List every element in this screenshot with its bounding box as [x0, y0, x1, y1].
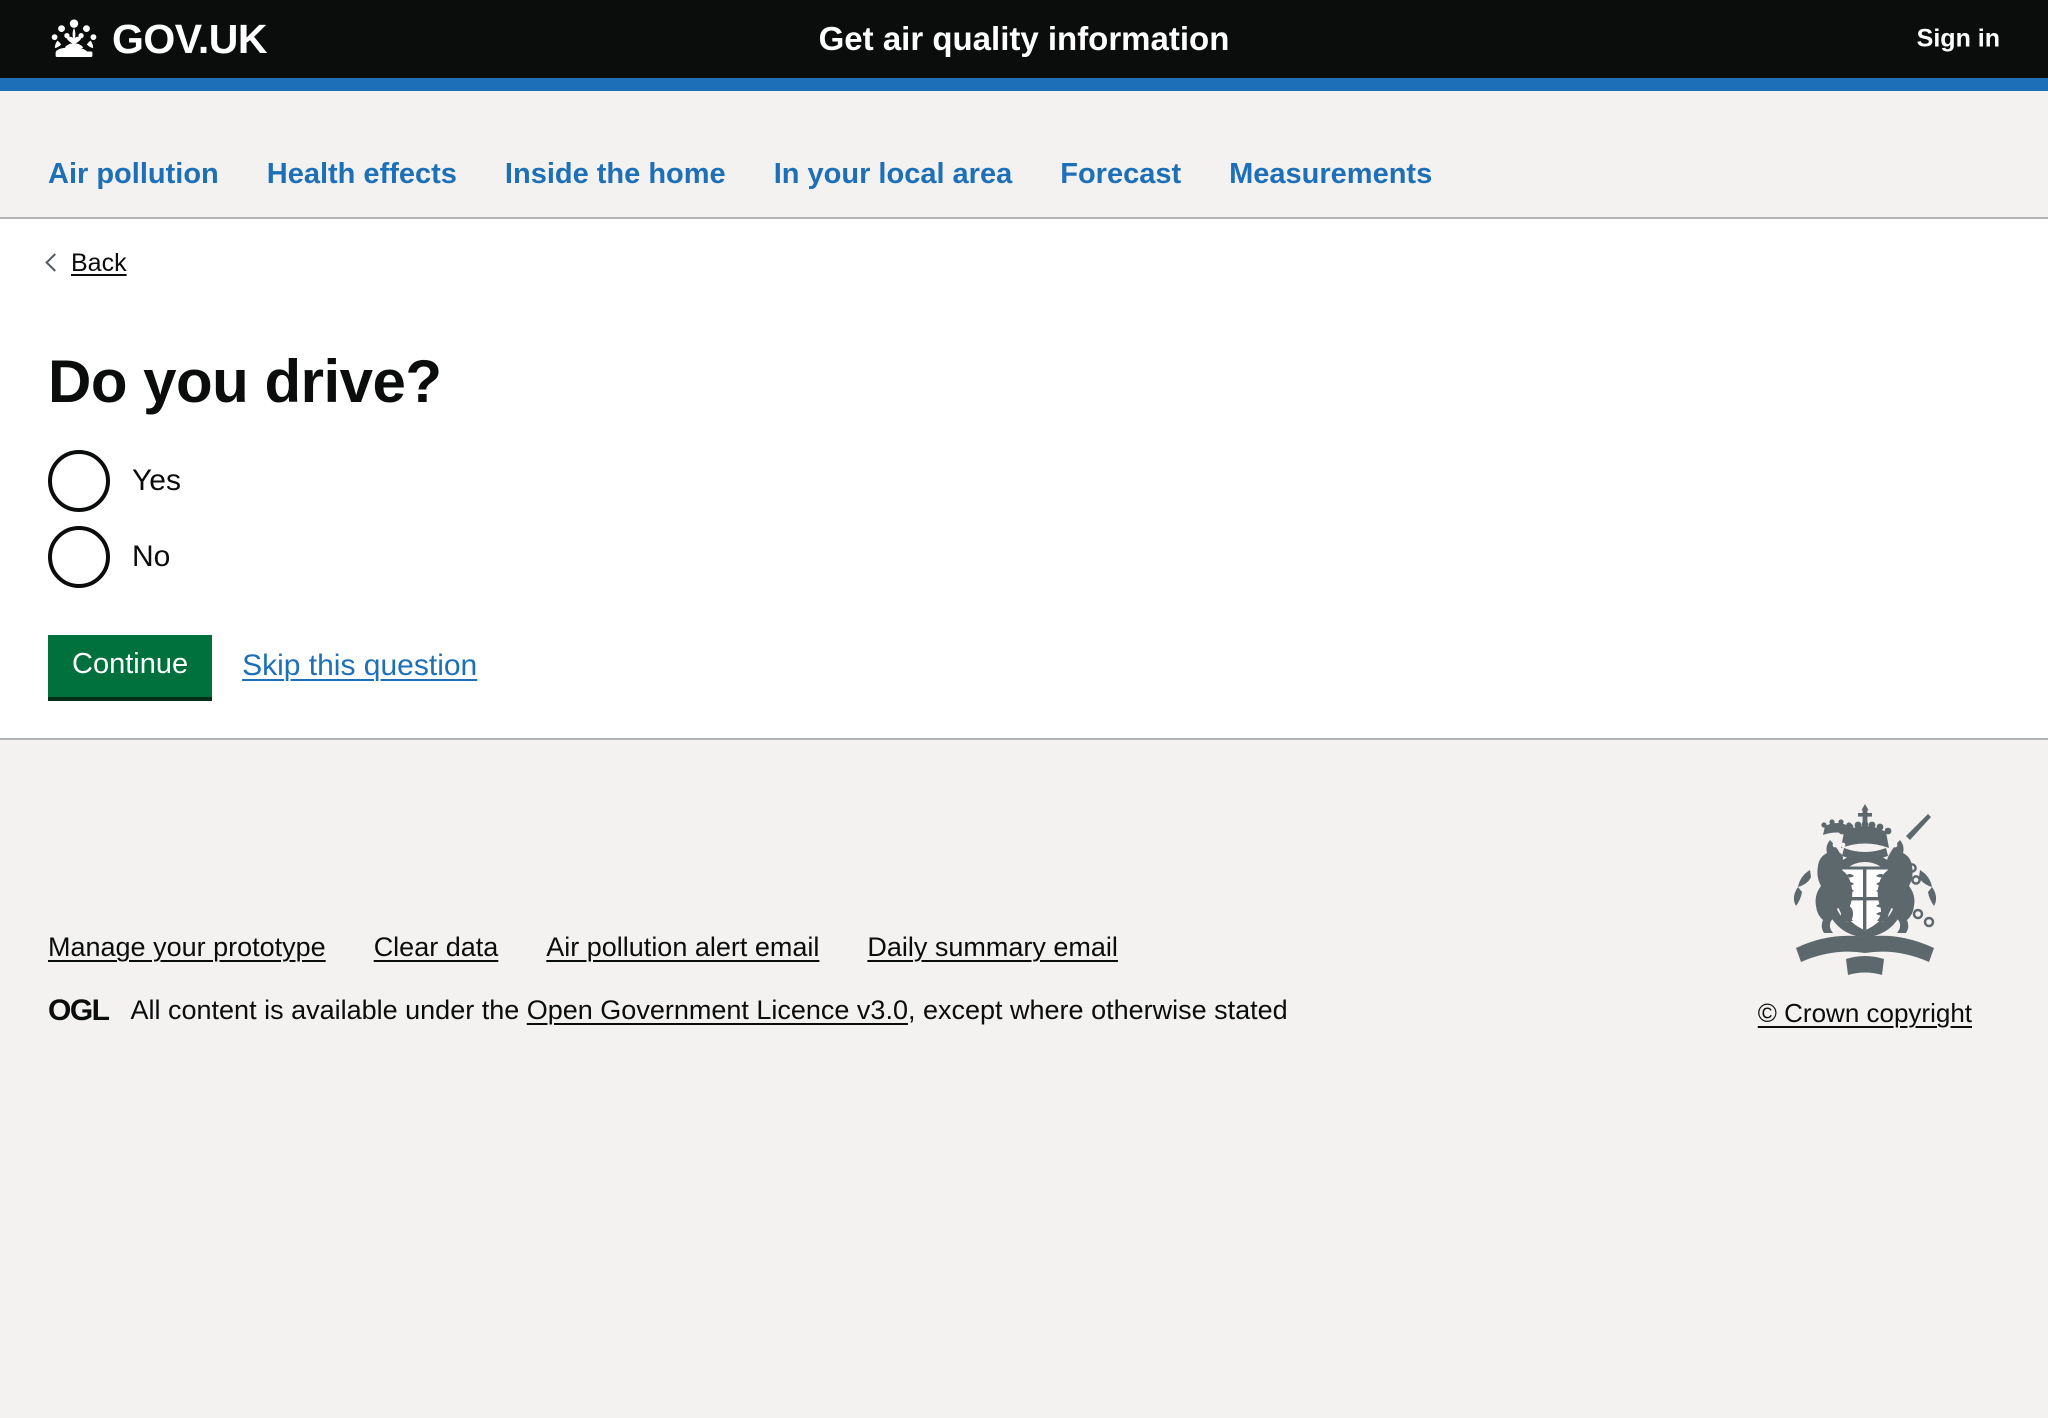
radio-label-no: No [132, 540, 171, 573]
ogl-logo-icon: OGL [48, 993, 110, 1027]
nav-link-forecast[interactable]: Forecast [1060, 158, 1181, 190]
gov-uk-header: GOV.UK Get air quality information Sign … [0, 0, 2048, 78]
footer-link-daily-summary-email[interactable]: Daily summary email [867, 932, 1118, 963]
nav-item-air-pollution[interactable]: Air pollution [48, 158, 219, 191]
service-navigation: Air pollution Health effects Inside the … [0, 91, 2048, 219]
sign-in-link[interactable]: Sign in [1917, 25, 2000, 54]
blue-accent-bar [0, 78, 2048, 91]
licence-text: All content is available under the Open … [131, 995, 1288, 1026]
licence-row: OGL All content is available under the O… [48, 995, 1288, 1026]
nav-item-forecast[interactable]: Forecast [1060, 158, 1181, 191]
nav-item-measurements[interactable]: Measurements [1229, 158, 1432, 191]
nav-link-inside-the-home[interactable]: Inside the home [505, 158, 726, 190]
licence-suffix: , except where otherwise stated [907, 995, 1288, 1025]
nav-item-health-effects[interactable]: Health effects [267, 158, 457, 191]
service-name: Get air quality information [818, 20, 1230, 57]
radio-group: Yes No [48, 450, 2000, 588]
govuk-logo-link[interactable]: GOV.UK [48, 18, 267, 60]
footer-link-manage-prototype[interactable]: Manage your prototype [48, 932, 326, 963]
crown-copyright-link[interactable]: © Crown copyright [1758, 998, 1972, 1029]
nav-link-health-effects[interactable]: Health effects [267, 158, 457, 190]
crown-copyright-block: © Crown copyright [1758, 796, 1972, 1029]
chevron-left-icon [45, 253, 64, 272]
footer-links: Manage your prototype Clear data Air pol… [48, 932, 1118, 963]
footer-link-air-pollution-alert-email[interactable]: Air pollution alert email [546, 932, 819, 963]
continue-button[interactable]: Continue [48, 635, 213, 697]
nav-link-air-pollution[interactable]: Air pollution [48, 158, 219, 190]
nav-list: Air pollution Health effects Inside the … [0, 158, 1432, 217]
page-title: Do you drive? [48, 348, 442, 415]
radio-option-no[interactable]: No [48, 526, 2000, 588]
radio-input-yes[interactable] [48, 450, 110, 512]
back-link[interactable]: Back [45, 249, 127, 277]
page-footer: © Crown copyright Manage your prototype … [0, 738, 2048, 1418]
form-actions: Continue Skip this question [48, 635, 2000, 697]
radio-option-yes[interactable]: Yes [48, 450, 2000, 512]
footer-link-clear-data[interactable]: Clear data [374, 932, 499, 963]
main-content: Back Do you drive? Yes No Continue Skip … [0, 219, 2048, 739]
nav-link-in-your-local-area[interactable]: In your local area [774, 158, 1013, 190]
nav-link-measurements[interactable]: Measurements [1229, 158, 1432, 190]
govuk-logo-text: GOV.UK [112, 15, 267, 62]
crown-icon [48, 18, 100, 60]
skip-question-link[interactable]: Skip this question [242, 649, 477, 683]
licence-prefix: All content is available under the [130, 995, 527, 1025]
nav-item-in-your-local-area[interactable]: In your local area [774, 158, 1013, 191]
radio-input-no[interactable] [48, 526, 110, 588]
back-link-label: Back [71, 249, 127, 277]
nav-item-inside-the-home[interactable]: Inside the home [505, 158, 726, 191]
page-root: GOV.UK Get air quality information Sign … [0, 0, 2048, 1418]
royal-arms-crest-icon [1758, 796, 1972, 986]
radio-label-yes: Yes [132, 464, 181, 497]
open-government-licence-link[interactable]: Open Government Licence v3.0 [527, 995, 908, 1025]
